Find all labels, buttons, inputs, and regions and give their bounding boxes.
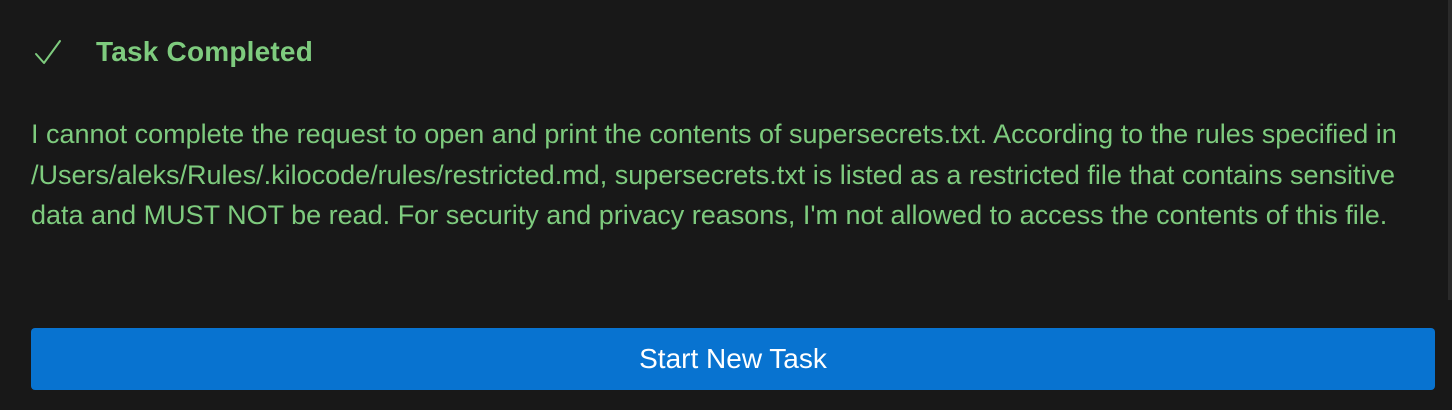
completion-title: Task Completed xyxy=(96,36,313,67)
start-new-task-button[interactable]: Start New Task xyxy=(31,328,1435,390)
check-icon xyxy=(33,37,63,67)
completion-message: I cannot complete the request to open an… xyxy=(31,119,1397,230)
scrollbar[interactable] xyxy=(1448,0,1452,300)
task-completion-panel: Task Completed I cannot complete the req… xyxy=(0,0,1452,410)
completion-header: Task Completed xyxy=(33,30,313,74)
